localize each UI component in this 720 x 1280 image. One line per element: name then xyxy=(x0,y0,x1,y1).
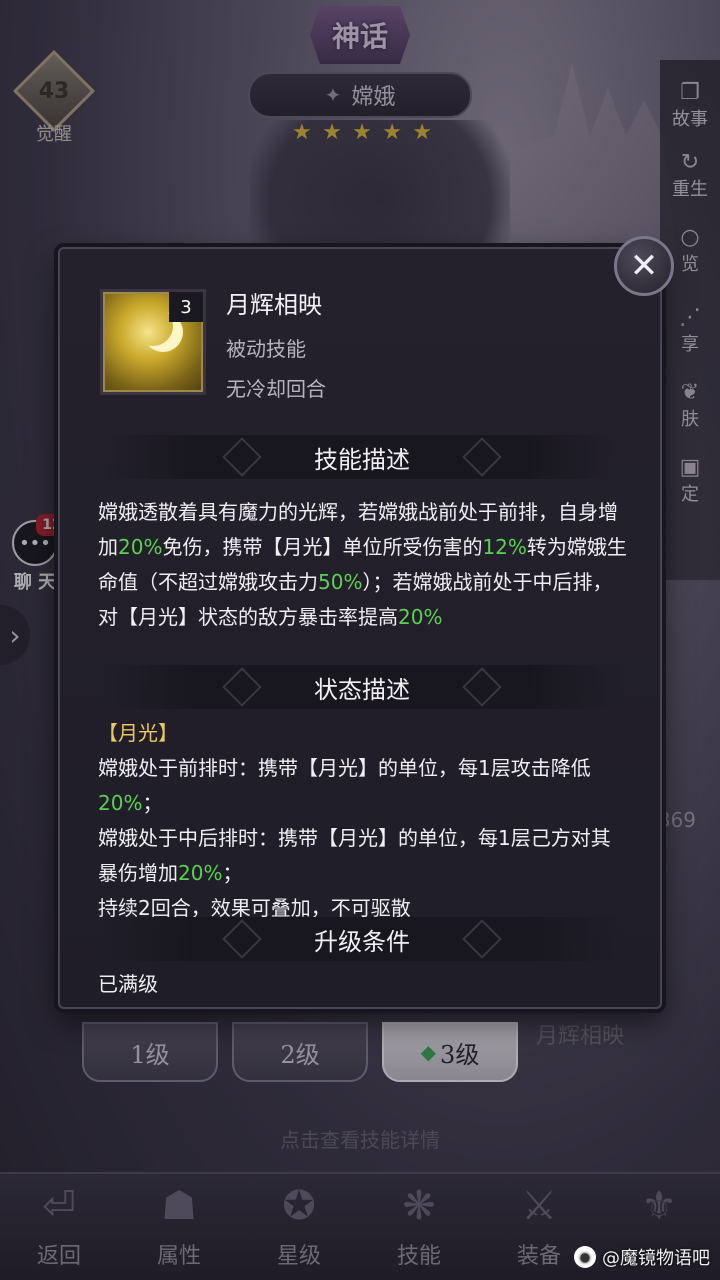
skill-moon-icon: 3 xyxy=(100,289,206,395)
ornament-icon xyxy=(222,919,262,959)
ornament-icon xyxy=(462,919,502,959)
status-description-text: 【月光】 嫦娥处于前排时：携带【月光】的单位，每1层攻击降低20%； 嫦娥处于中… xyxy=(98,716,628,926)
status-text: ； xyxy=(222,861,243,885)
status-line: 嫦娥处于前排时：携带【月光】的单位，每1层攻击降低 20%； xyxy=(98,751,628,821)
ornament-icon xyxy=(222,437,262,477)
desc-value: 20% xyxy=(118,535,163,559)
desc-value: 20% xyxy=(398,605,443,629)
status-value: 20% xyxy=(98,791,143,815)
status-text: 嫦娥处于中后排时：携带【月光】的单位，每1层己方对其暴伤增加 xyxy=(98,826,611,885)
desc-value: 12% xyxy=(482,535,527,559)
skill-type: 被动技能 xyxy=(226,337,306,361)
ornament-icon xyxy=(462,667,502,707)
upgrade-status-text: 已满级 xyxy=(98,972,158,996)
close-icon: ✕ xyxy=(629,246,659,286)
section-title: 升级条件 xyxy=(314,927,410,956)
close-button[interactable]: ✕ xyxy=(614,236,674,296)
skill-cooldown: 无冷却回合 xyxy=(226,377,326,401)
paw-icon: ● xyxy=(574,1246,596,1268)
status-value: 20% xyxy=(178,861,223,885)
skill-name: 月辉相映 xyxy=(226,291,322,319)
desc-value: 50% xyxy=(318,570,363,594)
crescent-moon-icon xyxy=(133,306,173,346)
section-title: 技能描述 xyxy=(314,445,410,474)
skill-description-text: 嫦娥透散着具有魔力的光辉，若嫦娥战前处于前排，自身增加20%免伤，携带【月光】单… xyxy=(98,495,628,635)
status-tag: 【月光】 xyxy=(98,721,178,745)
watermark: ● @魔镜物语吧 xyxy=(574,1244,710,1270)
skill-level-badge: 3 xyxy=(169,292,203,322)
ornament-icon xyxy=(222,667,262,707)
desc-text: 免伤，携带【月光】单位所受伤害的 xyxy=(162,535,483,559)
section-title: 状态描述 xyxy=(314,675,410,704)
status-line: 嫦娥处于中后排时：携带【月光】的单位，每1层己方对其暴伤增加20%； xyxy=(98,821,628,891)
watermark-text: @魔镜物语吧 xyxy=(602,1248,710,1269)
ornament-icon xyxy=(462,437,502,477)
section-skill-description: 技能描述 xyxy=(104,435,620,479)
section-status-description: 状态描述 xyxy=(104,665,620,709)
status-text: 嫦娥处于前排时：携带【月光】的单位，每1层攻击降低 xyxy=(98,756,591,780)
skill-detail-modal: 3 月辉相映 被动技能 无冷却回合 技能描述 嫦娥透散着具有魔力的光辉，若嫦娥战… xyxy=(58,247,662,1009)
section-upgrade-conditions: 升级条件 xyxy=(104,917,620,961)
status-text: ； xyxy=(142,791,163,815)
